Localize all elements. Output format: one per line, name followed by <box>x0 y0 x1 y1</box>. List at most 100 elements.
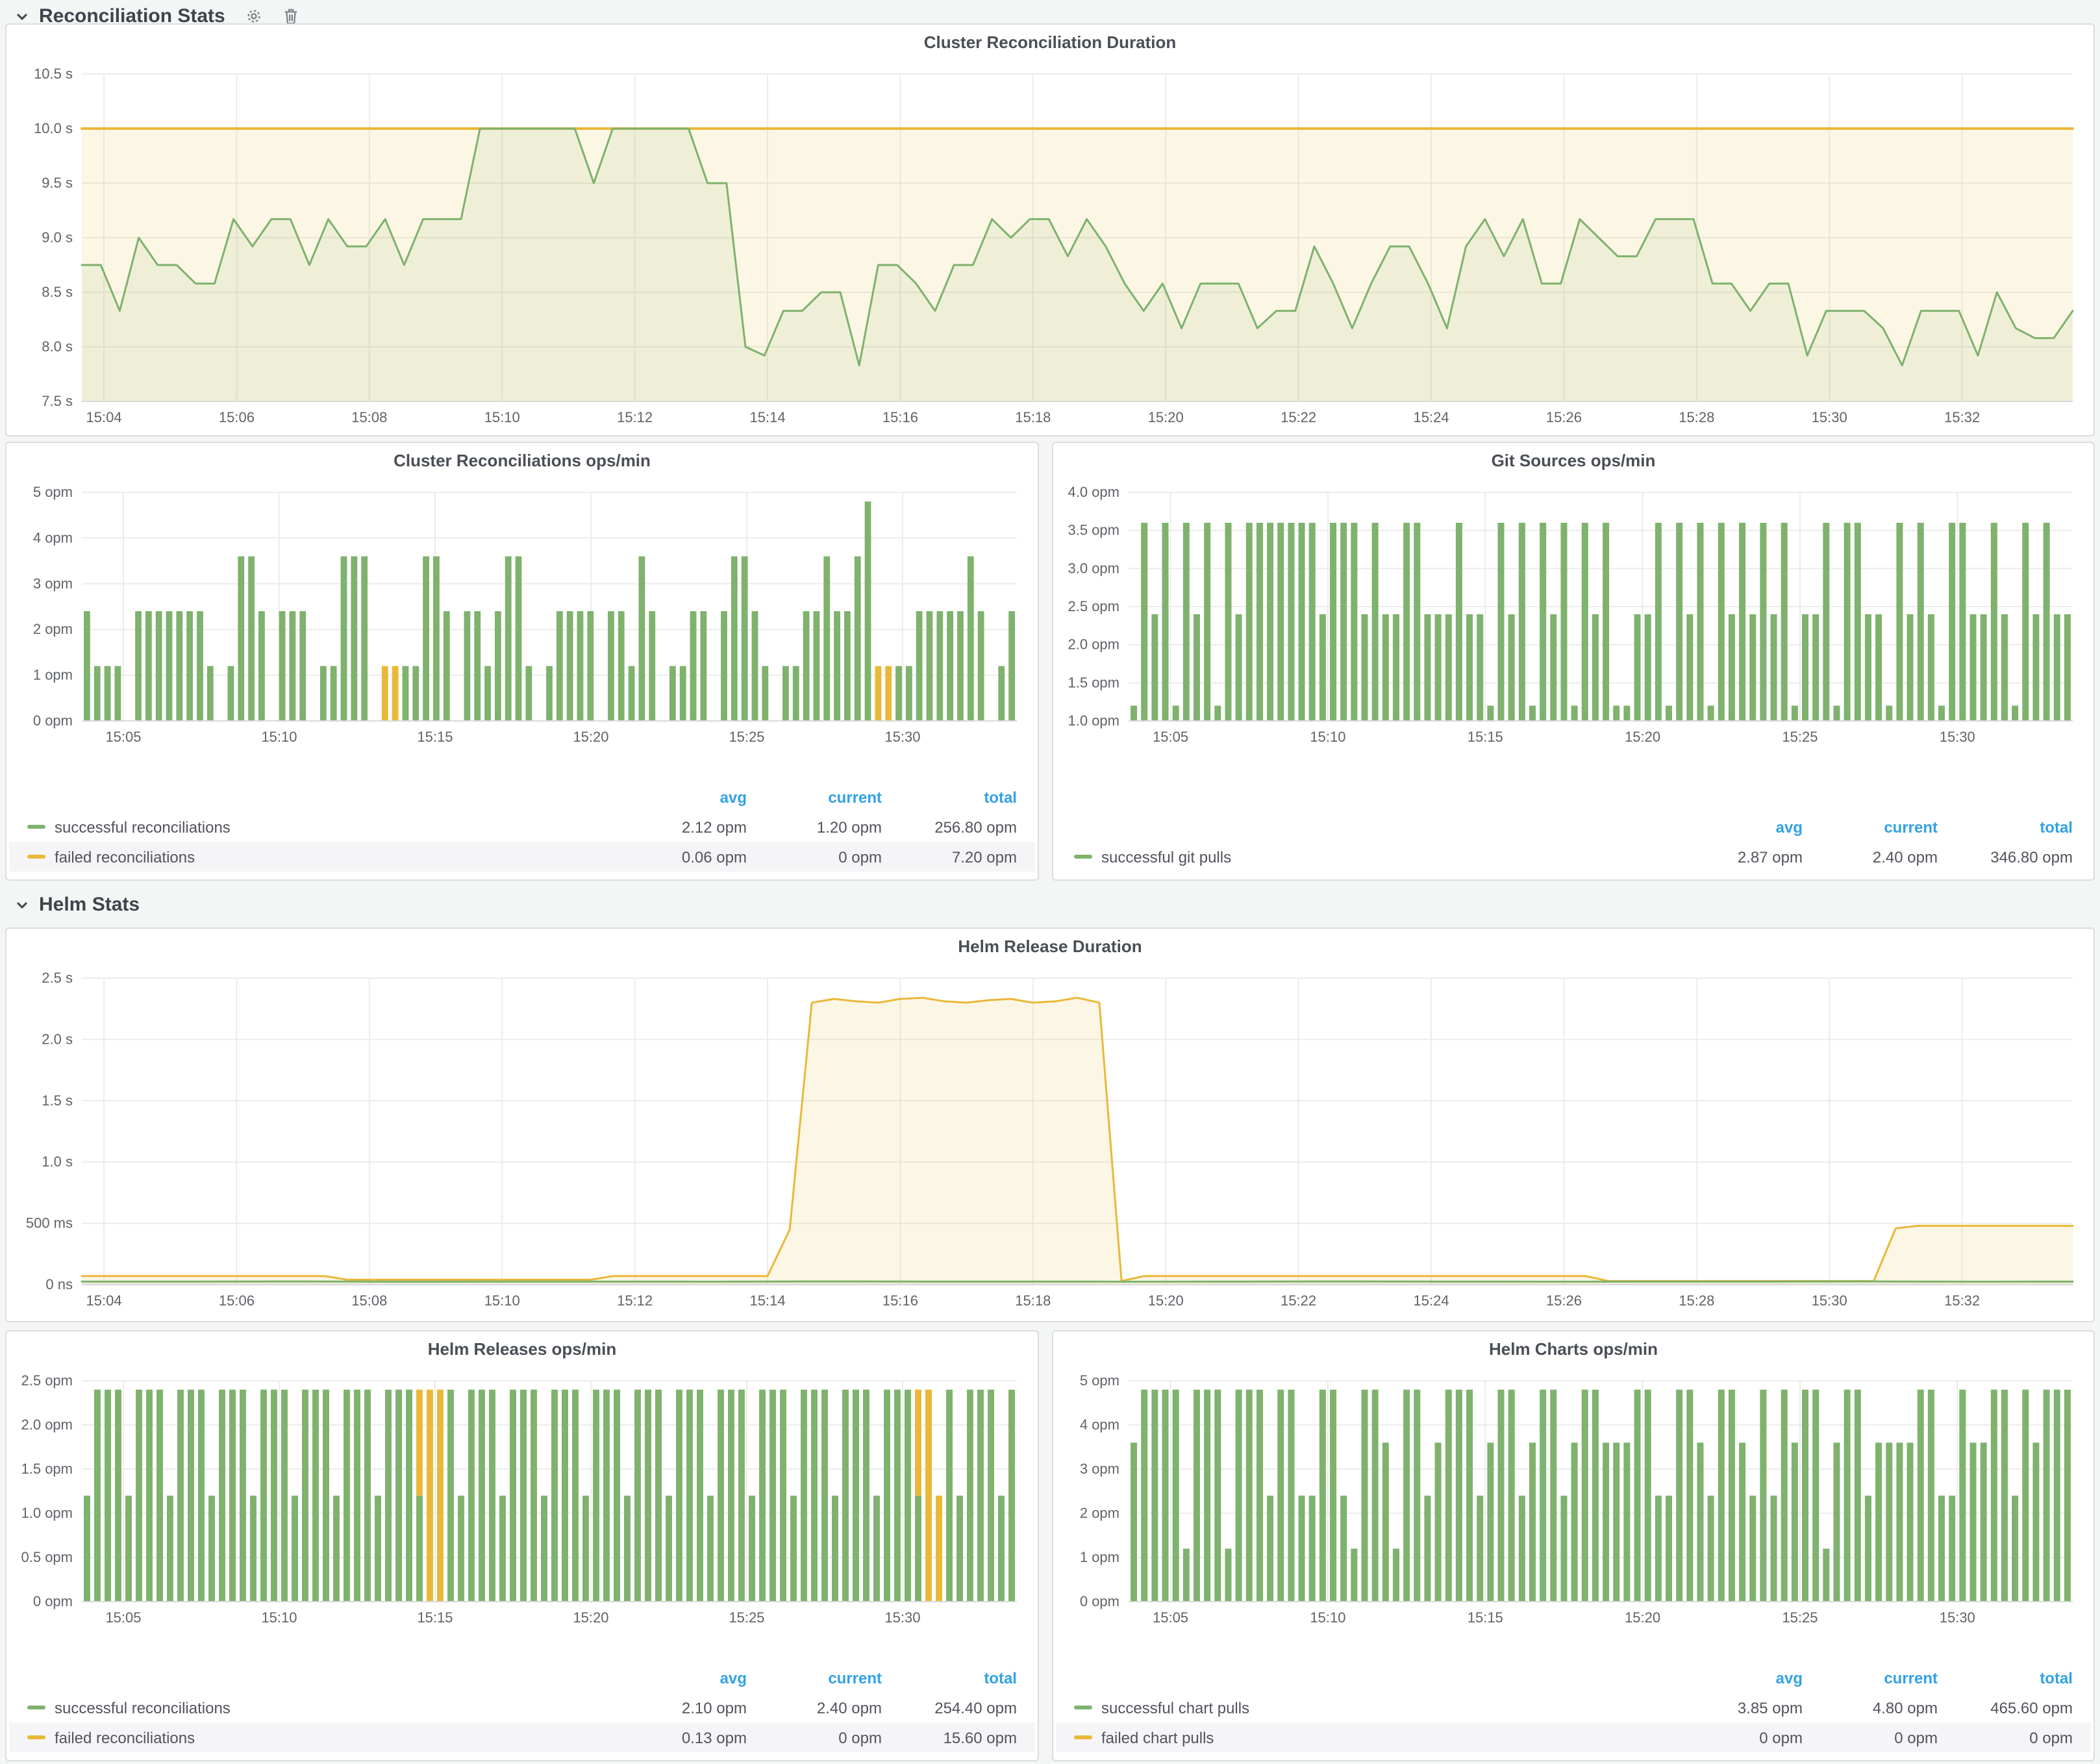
series-color-dash <box>1074 855 1092 859</box>
svg-text:3.0 opm: 3.0 opm <box>1068 560 1120 576</box>
legend-col-current[interactable]: current <box>1803 1669 1938 1687</box>
svg-text:15:04: 15:04 <box>86 409 122 425</box>
svg-text:15:12: 15:12 <box>617 1292 653 1309</box>
series-label[interactable]: successful reconciliations <box>55 1698 612 1717</box>
chevron-down-icon[interactable] <box>16 898 29 911</box>
legend-col-avg[interactable]: avg <box>1668 1669 1803 1687</box>
panel-title[interactable]: Cluster Reconciliation Duration <box>6 25 2094 61</box>
svg-text:15:10: 15:10 <box>484 409 520 425</box>
svg-text:15:32: 15:32 <box>1944 409 1980 425</box>
dashboard: Reconciliation Stats Cluster Reconciliat… <box>0 0 2100 1764</box>
section-title[interactable]: Helm Stats <box>39 894 140 916</box>
series-total: 0 opm <box>1938 1728 2073 1746</box>
series-color-dash <box>27 825 45 829</box>
cluster-reconciliation-duration-chart[interactable]: 15:0415:0615:0815:1015:1215:1415:1615:18… <box>12 64 2083 430</box>
svg-text:15:05: 15:05 <box>1153 729 1188 745</box>
series-current: 0 opm <box>747 1728 882 1746</box>
svg-text:15:14: 15:14 <box>750 1292 786 1309</box>
helm-charts-ops-chart[interactable]: 15:0515:1015:1515:2015:2515:300 opm1 opm… <box>1058 1370 2083 1630</box>
svg-text:0 ns: 0 ns <box>45 1276 73 1292</box>
series-label[interactable]: successful chart pulls <box>1101 1698 1668 1717</box>
svg-text:15:18: 15:18 <box>1015 1292 1051 1309</box>
series-label[interactable]: failed reconciliations <box>55 1728 612 1746</box>
series-total: 15.60 opm <box>882 1728 1017 1746</box>
svg-text:2.0 opm: 2.0 opm <box>21 1417 73 1433</box>
svg-text:15:15: 15:15 <box>417 729 453 745</box>
panel-helm-release-duration: Helm Release Duration 15:0415:0615:0815:… <box>5 927 2095 1322</box>
series-label[interactable]: failed reconciliations <box>55 848 612 866</box>
svg-text:15:10: 15:10 <box>484 1292 520 1309</box>
panel-title[interactable]: Cluster Reconciliations ops/min <box>6 443 1038 479</box>
svg-text:5 opm: 5 opm <box>33 484 73 500</box>
series-color-dash <box>27 1735 45 1739</box>
svg-text:1.0 opm: 1.0 opm <box>1068 712 1120 729</box>
svg-text:3.5 opm: 3.5 opm <box>1068 522 1120 538</box>
svg-text:15:08: 15:08 <box>351 1292 387 1309</box>
panel-title[interactable]: Helm Release Duration <box>6 929 2094 965</box>
trash-icon[interactable] <box>284 8 299 25</box>
svg-text:15:28: 15:28 <box>1679 1292 1714 1309</box>
svg-text:15:06: 15:06 <box>219 409 255 425</box>
svg-text:10.5 s: 10.5 s <box>34 66 73 82</box>
svg-text:8.5 s: 8.5 s <box>42 284 73 300</box>
legend-col-avg[interactable]: avg <box>612 1669 747 1687</box>
git-sources-ops-chart[interactable]: 15:0515:1015:1515:2015:2515:301.0 opm1.5… <box>1058 482 2083 750</box>
svg-text:15:20: 15:20 <box>1625 729 1660 745</box>
panel-cluster-reconciliations-ops: Cluster Reconciliations ops/min 15:05 15:… <box>5 442 1039 881</box>
svg-text:15:26: 15:26 <box>1546 409 1582 425</box>
series-label[interactable]: successful reconciliations <box>55 818 612 836</box>
series-label[interactable]: failed chart pulls <box>1101 1728 1668 1746</box>
svg-text:0 opm: 0 opm <box>1080 1593 1119 1609</box>
panel-git-sources-ops: Git Sources ops/min 15:0515:1015:1515:20… <box>1052 442 2095 881</box>
legend: avg current total successful git pulls 2… <box>1053 812 2094 872</box>
cluster-reconciliations-ops-chart[interactable]: 15:0515:1015:1515:2015:2515:300 opm1 opm… <box>12 482 1027 750</box>
legend-col-total[interactable]: total <box>882 1669 1017 1687</box>
svg-text:15:20: 15:20 <box>573 729 608 745</box>
svg-text:2 opm: 2 opm <box>1080 1505 1119 1521</box>
svg-text:1 opm: 1 opm <box>1080 1549 1119 1565</box>
panel-title[interactable]: Helm Releases ops/min <box>6 1331 1038 1368</box>
legend-col-total[interactable]: total <box>1938 1669 2073 1687</box>
legend-row: successful reconciliations 2.10 opm 2.40… <box>9 1693 1035 1722</box>
series-label[interactable]: successful git pulls <box>1101 848 1668 866</box>
svg-text:15:30: 15:30 <box>1940 1609 1975 1626</box>
legend-col-total[interactable]: total <box>882 788 1017 806</box>
svg-text:3 opm: 3 opm <box>33 575 73 592</box>
svg-text:15:20: 15:20 <box>1148 409 1184 425</box>
legend-col-avg[interactable]: avg <box>1668 818 1803 836</box>
series-avg: 3.85 opm <box>1668 1698 1803 1717</box>
legend-col-total[interactable]: total <box>1938 818 2073 836</box>
chevron-down-icon[interactable] <box>16 10 29 23</box>
svg-text:15:20: 15:20 <box>573 1609 608 1626</box>
svg-text:4 opm: 4 opm <box>33 529 73 546</box>
svg-text:15:12: 15:12 <box>617 409 653 425</box>
series-current: 4.80 opm <box>1803 1698 1938 1717</box>
svg-text:15:15: 15:15 <box>1468 729 1503 745</box>
svg-text:15:10: 15:10 <box>1310 1609 1345 1626</box>
helm-releases-ops-chart[interactable]: 15:0515:1015:1515:2015:2515:300 opm0.5 o… <box>12 1370 1027 1630</box>
helm-release-duration-chart[interactable]: 15:0415:0615:0815:1015:1215:1415:1615:18… <box>12 968 2083 1313</box>
series-avg: 0.13 opm <box>612 1728 747 1746</box>
legend-header: avg current total <box>9 782 1035 812</box>
svg-text:5 opm: 5 opm <box>1080 1372 1119 1389</box>
svg-text:15:16: 15:16 <box>882 409 918 425</box>
svg-text:15:28: 15:28 <box>1679 409 1714 425</box>
panel-title[interactable]: Helm Charts ops/min <box>1053 1331 2094 1368</box>
series-current: 0 opm <box>1803 1728 1938 1746</box>
section-helm-stats: Helm Stats <box>16 894 140 916</box>
legend-col-avg[interactable]: avg <box>612 788 747 806</box>
svg-text:10.0 s: 10.0 s <box>34 120 73 136</box>
panel-title[interactable]: Git Sources ops/min <box>1053 443 2094 479</box>
series-total: 465.60 opm <box>1938 1698 2073 1717</box>
series-color-dash <box>1074 1735 1092 1739</box>
svg-text:15:04: 15:04 <box>86 1292 122 1309</box>
svg-text:15:05: 15:05 <box>105 729 141 745</box>
legend-col-current[interactable]: current <box>747 788 882 806</box>
svg-text:1 opm: 1 opm <box>33 667 73 683</box>
legend-col-current[interactable]: current <box>747 1669 882 1687</box>
gear-icon[interactable] <box>246 8 263 25</box>
legend-col-current[interactable]: current <box>1803 818 1938 836</box>
legend-row: failed reconciliations 0.06 opm 0 opm 7.… <box>9 842 1035 872</box>
legend: avg current total successful reconciliat… <box>6 1663 1038 1752</box>
svg-text:0.5 opm: 0.5 opm <box>21 1549 73 1565</box>
